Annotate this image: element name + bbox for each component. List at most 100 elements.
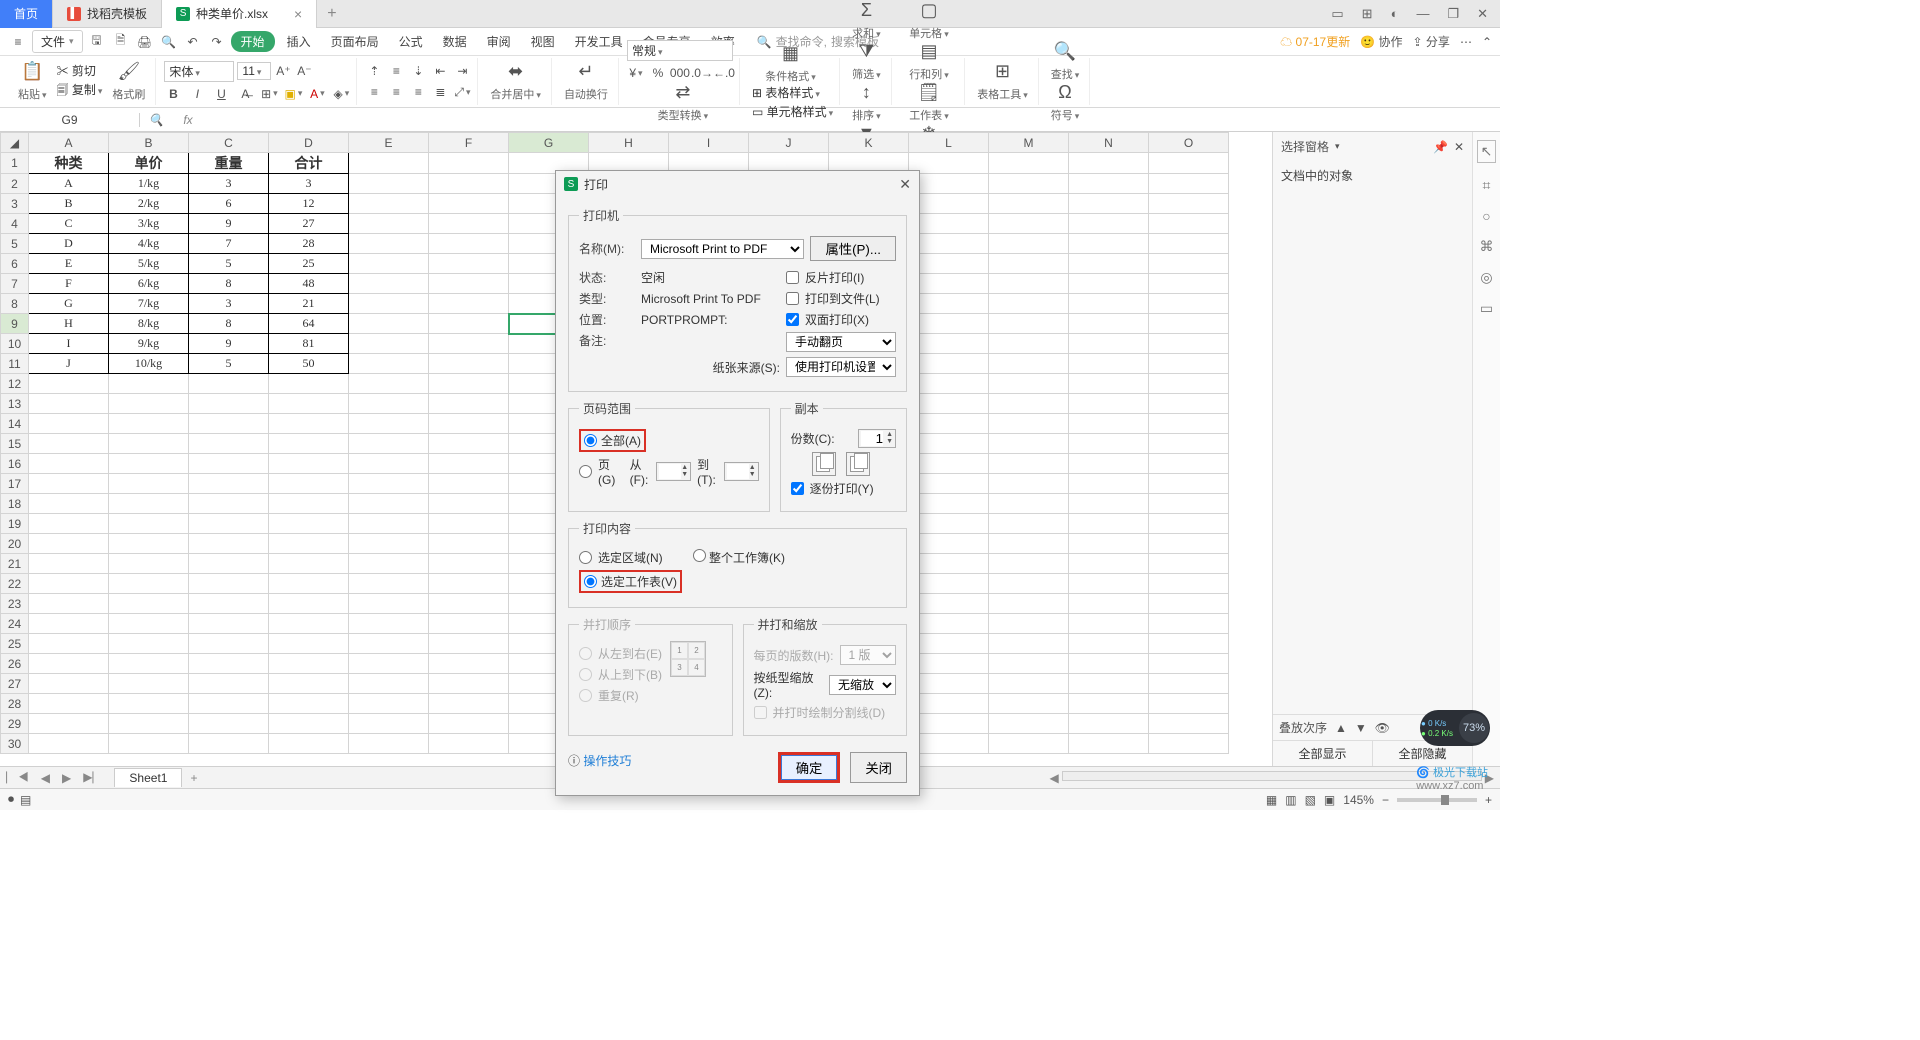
cell-E11[interactable] (349, 354, 429, 374)
select-tool-icon[interactable]: ↖ (1477, 140, 1497, 163)
perf-widget[interactable]: ● 0 K/s ● 0.2 K/s 73% (1420, 710, 1490, 746)
cell-L18[interactable] (909, 494, 989, 514)
row-header-1[interactable]: 1 (1, 153, 29, 174)
cell-B21[interactable] (109, 554, 189, 574)
cell-O13[interactable] (1149, 394, 1229, 414)
range-pages-radio[interactable] (579, 465, 592, 478)
cell-C10[interactable]: 9 (189, 334, 269, 354)
cell-D19[interactable] (269, 514, 349, 534)
worksheet-icon[interactable]: 🗒 (918, 82, 941, 103)
range-all-radio[interactable] (584, 434, 597, 447)
align-left-icon[interactable]: ≡ (365, 83, 383, 101)
content-book-radio[interactable] (693, 549, 706, 562)
comma-icon[interactable]: 000 (671, 64, 689, 82)
cell-L8[interactable] (909, 294, 989, 314)
cell-E30[interactable] (349, 734, 429, 754)
row-header-20[interactable]: 20 (1, 534, 29, 554)
cell-B14[interactable] (109, 414, 189, 434)
cell-C23[interactable] (189, 594, 269, 614)
justify-icon[interactable]: ≣ (431, 83, 449, 101)
cell-L13[interactable] (909, 394, 989, 414)
more-icon[interactable]: ⋯ (1460, 35, 1472, 49)
cell-D16[interactable] (269, 454, 349, 474)
cell-C8[interactable]: 3 (189, 294, 269, 314)
row-header-13[interactable]: 13 (1, 394, 29, 414)
col-header-J[interactable]: J (749, 133, 829, 153)
cell-N18[interactable] (1069, 494, 1149, 514)
cell-D28[interactable] (269, 694, 349, 714)
cell-O28[interactable] (1149, 694, 1229, 714)
cell-M3[interactable] (989, 194, 1069, 214)
cell-E22[interactable] (349, 574, 429, 594)
flip-select[interactable]: 手动翻页 (786, 332, 896, 352)
cell-L20[interactable] (909, 534, 989, 554)
view-break-icon[interactable]: ▧ (1305, 793, 1316, 807)
cell-E24[interactable] (349, 614, 429, 634)
cell-M2[interactable] (989, 174, 1069, 194)
cell-C20[interactable] (189, 534, 269, 554)
eye-icon[interactable]: 👁 (1375, 721, 1390, 735)
cell-F27[interactable] (429, 674, 509, 694)
save-icon[interactable]: 🖫 (87, 32, 107, 52)
cell-B1[interactable]: 单价 (109, 153, 189, 174)
cell-N3[interactable] (1069, 194, 1149, 214)
format-painter-icon[interactable]: 🖌 (117, 61, 140, 82)
select-all-corner[interactable]: ◢ (1, 133, 29, 153)
cell-M10[interactable] (989, 334, 1069, 354)
cell-A6[interactable]: E (29, 254, 109, 274)
cell-icon[interactable]: ▢ (920, 0, 937, 21)
cell-C2[interactable]: 3 (189, 174, 269, 194)
cell-A4[interactable]: C (29, 214, 109, 234)
paper-select[interactable]: 使用打印机设置 (786, 357, 896, 377)
cell-D23[interactable] (269, 594, 349, 614)
cell-B4[interactable]: 3/kg (109, 214, 189, 234)
sum-icon[interactable]: Σ (861, 0, 872, 21)
cell-M8[interactable] (989, 294, 1069, 314)
cell-C13[interactable] (189, 394, 269, 414)
cell-A16[interactable] (29, 454, 109, 474)
properties-button[interactable]: 属性(P)... (810, 236, 896, 261)
cell-B2[interactable]: 1/kg (109, 174, 189, 194)
row-header-26[interactable]: 26 (1, 654, 29, 674)
cell-A19[interactable] (29, 514, 109, 534)
cut-button[interactable]: ✂ 剪切 (57, 62, 103, 79)
cell-M12[interactable] (989, 374, 1069, 394)
orientation-icon[interactable]: ⤢ (453, 83, 471, 101)
tab-home[interactable]: 首页 (0, 0, 53, 28)
cell-O8[interactable] (1149, 294, 1229, 314)
cell-B16[interactable] (109, 454, 189, 474)
row-header-11[interactable]: 11 (1, 354, 29, 374)
cell-F5[interactable] (429, 234, 509, 254)
file-menu[interactable]: 文件▾ (32, 30, 83, 53)
cell-L25[interactable] (909, 634, 989, 654)
cell-L22[interactable] (909, 574, 989, 594)
cell-F22[interactable] (429, 574, 509, 594)
cell-label[interactable]: 单元格 (909, 25, 949, 41)
cell-E27[interactable] (349, 674, 429, 694)
cell-A28[interactable] (29, 694, 109, 714)
cell-L16[interactable] (909, 454, 989, 474)
cell-B11[interactable]: 10/kg (109, 354, 189, 374)
cell-N10[interactable] (1069, 334, 1149, 354)
cell-F25[interactable] (429, 634, 509, 654)
rowcol-label[interactable]: 行和列 (909, 66, 949, 82)
cell-N19[interactable] (1069, 514, 1149, 534)
cell-D25[interactable] (269, 634, 349, 654)
cell-O21[interactable] (1149, 554, 1229, 574)
cell-F15[interactable] (429, 434, 509, 454)
rowcol-icon[interactable]: ▤ (920, 41, 937, 62)
cell-A12[interactable] (29, 374, 109, 394)
show-all-button[interactable]: 全部显示 (1273, 741, 1372, 766)
cell-N30[interactable] (1069, 734, 1149, 754)
cell-M24[interactable] (989, 614, 1069, 634)
row-header-29[interactable]: 29 (1, 714, 29, 734)
cell-F3[interactable] (429, 194, 509, 214)
cell-O5[interactable] (1149, 234, 1229, 254)
cell-N11[interactable] (1069, 354, 1149, 374)
cell-C18[interactable] (189, 494, 269, 514)
condfmt-icon[interactable]: ▦ (782, 43, 799, 64)
col-header-C[interactable]: C (189, 133, 269, 153)
cell-M25[interactable] (989, 634, 1069, 654)
cell-C25[interactable] (189, 634, 269, 654)
cell-F23[interactable] (429, 594, 509, 614)
